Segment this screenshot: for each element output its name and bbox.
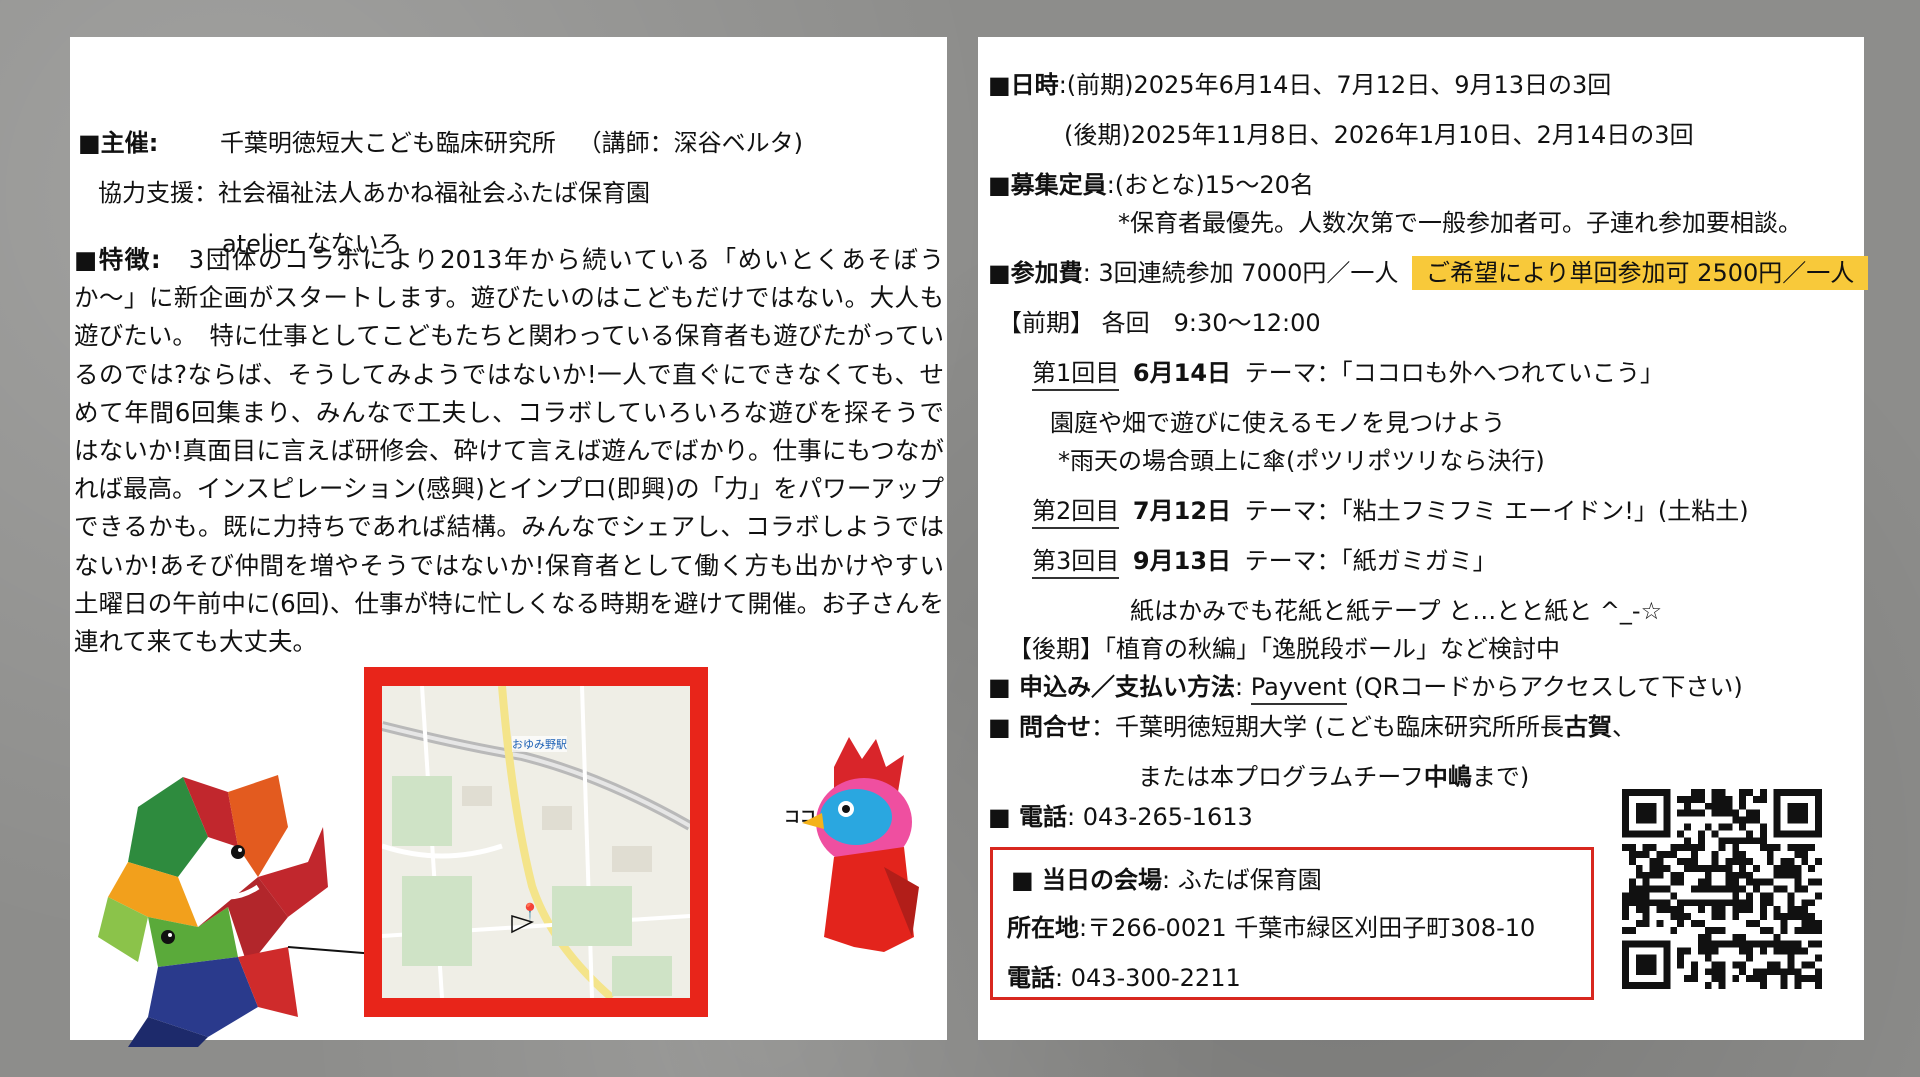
session-3-row: 第3回目 9月13日 テーマ：「紙ガミガミ」 bbox=[1032, 545, 1497, 579]
support-label: 協力支援： bbox=[98, 179, 218, 207]
session-1-number: 第1回目 bbox=[1032, 359, 1120, 391]
session-1-note: *雨天の場合頭上に傘(ポツリポツリなら決行) bbox=[1058, 447, 1545, 475]
map-frame: おゆみ野駅 📍 bbox=[364, 667, 708, 1017]
session-2-number: 第2回目 bbox=[1032, 497, 1120, 529]
right-panel: ■日時:(前期)2025年6月14日、7月12日、9月13日の3回 (後期)20… bbox=[978, 37, 1869, 1040]
address-label: 所在地 bbox=[1007, 914, 1079, 942]
feature-text: 3団体のコラボにより2013年から続いている「めいとくあそぼうか〜」に新企画がス… bbox=[74, 245, 944, 657]
apply-row: ■ 申込み／支払い方法: Payvent (QRコードからアクセスして下さい) bbox=[988, 671, 1743, 705]
first-term: 【前期】 各回 9:30～12:00 bbox=[998, 309, 1321, 337]
venue-label: ■ 当日の会場 bbox=[1011, 866, 1163, 894]
capacity-value: :(おとな)15～20名 bbox=[1106, 171, 1314, 199]
apply-colon: : bbox=[1235, 673, 1244, 701]
venue-phone-label: 電話 bbox=[1007, 964, 1055, 992]
fee-label: ■参加費 bbox=[988, 259, 1083, 287]
contact-label: ■ 問合せ bbox=[988, 713, 1092, 741]
qr-code-icon[interactable] bbox=[1622, 789, 1822, 989]
session-2-theme: テーマ：「粘土フミフミ エーイドン!」(土粘土) bbox=[1244, 497, 1749, 525]
apply-note: (QRコードからアクセスして下さい) bbox=[1354, 673, 1743, 701]
lecturer: （講師：深谷ベルタ) bbox=[577, 129, 803, 157]
organizer-value: 千葉明徳短大こども臨床研究所 bbox=[219, 129, 556, 157]
feature-paragraph: ■特徴: 3団体のコラボにより2013年から続いている「めいとくあそぼうか〜」に新… bbox=[74, 241, 944, 661]
session-3-theme: テーマ：「紙ガミガミ」 bbox=[1244, 547, 1497, 575]
session-2-row: 第2回目 7月12日 テーマ：「粘土フミフミ エーイドン!」(土粘土) bbox=[1032, 495, 1749, 529]
contact-row: ■ 問合せ：千葉明徳短期大学 (こども臨床研究所所長古賀、 bbox=[988, 711, 1636, 743]
apply-label: ■ 申込み／支払い方法 bbox=[988, 673, 1236, 701]
contact-name-2: 中嶋 bbox=[1423, 763, 1472, 791]
session-3-number: 第3回目 bbox=[1032, 547, 1120, 579]
capacity-note: *保育者最優先。人数次第で一般参加者可。子連れ参加要相談。 bbox=[1118, 209, 1802, 237]
map-roads bbox=[382, 686, 690, 998]
session-2-date: 7月12日 bbox=[1132, 497, 1232, 525]
left-panel: ■主催: 千葉明徳短大こども臨床研究所 （講師：深谷ベルタ) 協力支援：社会福祉… bbox=[70, 37, 947, 1047]
date-row: ■日時:(前期)2025年6月14日、7月12日、9月13日の3回 bbox=[988, 69, 1611, 101]
contact-row-2: または本プログラムチーフ中嶋まで) bbox=[1138, 761, 1529, 793]
rooster-illustration bbox=[802, 737, 919, 952]
support-row: 協力支援：社会福祉法人あかね福祉会ふたば保育園 bbox=[98, 177, 650, 209]
address-row: 所在地:〒266-0021 千葉市緑区刈田子町308-10 bbox=[1007, 912, 1535, 944]
session-1-date: 6月14日 bbox=[1132, 359, 1232, 387]
organizer-row: ■主催: 千葉明徳短大こども臨床研究所 （講師：深谷ベルタ) bbox=[78, 127, 803, 159]
session-3-date: 9月13日 bbox=[1132, 547, 1232, 575]
phone-value: : 043-265-1613 bbox=[1067, 803, 1253, 831]
contact-value-1b: 、 bbox=[1612, 713, 1637, 741]
session-1-row: 第1回目 6月14日 テーマ：「ココロも外へつれていこう」 bbox=[1032, 357, 1664, 391]
date-first: :(前期)2025年6月14日、7月12日、9月13日の3回 bbox=[1058, 71, 1612, 99]
phone-row: ■ 電話: 043-265-1613 bbox=[988, 801, 1253, 833]
session-1-desc: 園庭や畑で遊びに使えるモノを見つけよう bbox=[1050, 409, 1506, 437]
support-value: 社会福祉法人あかね福祉会ふたば保育園 bbox=[218, 179, 650, 207]
payvent-link[interactable]: Payvent bbox=[1250, 673, 1347, 705]
capacity-row: ■募集定員:(おとな)15～20名 bbox=[988, 169, 1314, 201]
feature-label: ■特徴: bbox=[74, 245, 161, 274]
capacity-label: ■募集定員 bbox=[988, 171, 1107, 199]
area-map[interactable]: おゆみ野駅 📍 bbox=[382, 686, 690, 998]
phone-label: ■ 電話 bbox=[988, 803, 1068, 831]
venue-phone-row: 電話: 043-300-2211 bbox=[1007, 962, 1241, 994]
fee-row: ■参加費: 3回連続参加 7000円／一人 ご希望により単回参加可 2500円／… bbox=[988, 256, 1869, 290]
fee-highlight: ご希望により単回参加可 2500円／一人 bbox=[1412, 256, 1869, 290]
organizer-colon: : bbox=[148, 129, 159, 157]
fee-value: : 3回連続参加 7000円／一人 bbox=[1082, 259, 1399, 287]
contact-name-1: 古賀 bbox=[1564, 713, 1613, 741]
address-value: :〒266-0021 千葉市緑区刈田子町308-10 bbox=[1079, 914, 1536, 942]
contact-value-1: ：千葉明徳短期大学 (こども臨床研究所所長 bbox=[1091, 713, 1565, 741]
organizer-label: ■主催 bbox=[78, 129, 149, 157]
session-3-desc: 紙はかみでも花紙と紙テープ と…とと紙と ^_-☆ bbox=[1130, 597, 1663, 625]
second-term: 【後期】「植育の秋編」「逸脱段ボール」など検討中 bbox=[1008, 635, 1560, 663]
session-1-theme: テーマ：「ココロも外へつれていこう」 bbox=[1244, 359, 1664, 387]
contact-value-2b: まで) bbox=[1471, 763, 1530, 791]
date-second: (後期)2025年11月8日、2026年1月10日、2月14日の3回 bbox=[1064, 121, 1694, 149]
venue-info-box: ■ 当日の会場: ふたば保育園 所在地:〒266-0021 千葉市緑区刈田子町3… bbox=[990, 847, 1594, 1000]
date-label: ■日時 bbox=[988, 71, 1059, 99]
venue-phone-value: : 043-300-2211 bbox=[1055, 964, 1241, 992]
map-station-label: おゆみ野駅 bbox=[512, 736, 567, 752]
venue-value: : ふたば保育園 bbox=[1162, 866, 1322, 894]
elephant-illustration bbox=[98, 775, 388, 1047]
map-pin-icon[interactable]: 📍 bbox=[520, 904, 540, 920]
venue-row: ■ 当日の会場: ふたば保育園 bbox=[1011, 864, 1322, 896]
contact-value-2: または本プログラムチーフ bbox=[1138, 763, 1424, 791]
